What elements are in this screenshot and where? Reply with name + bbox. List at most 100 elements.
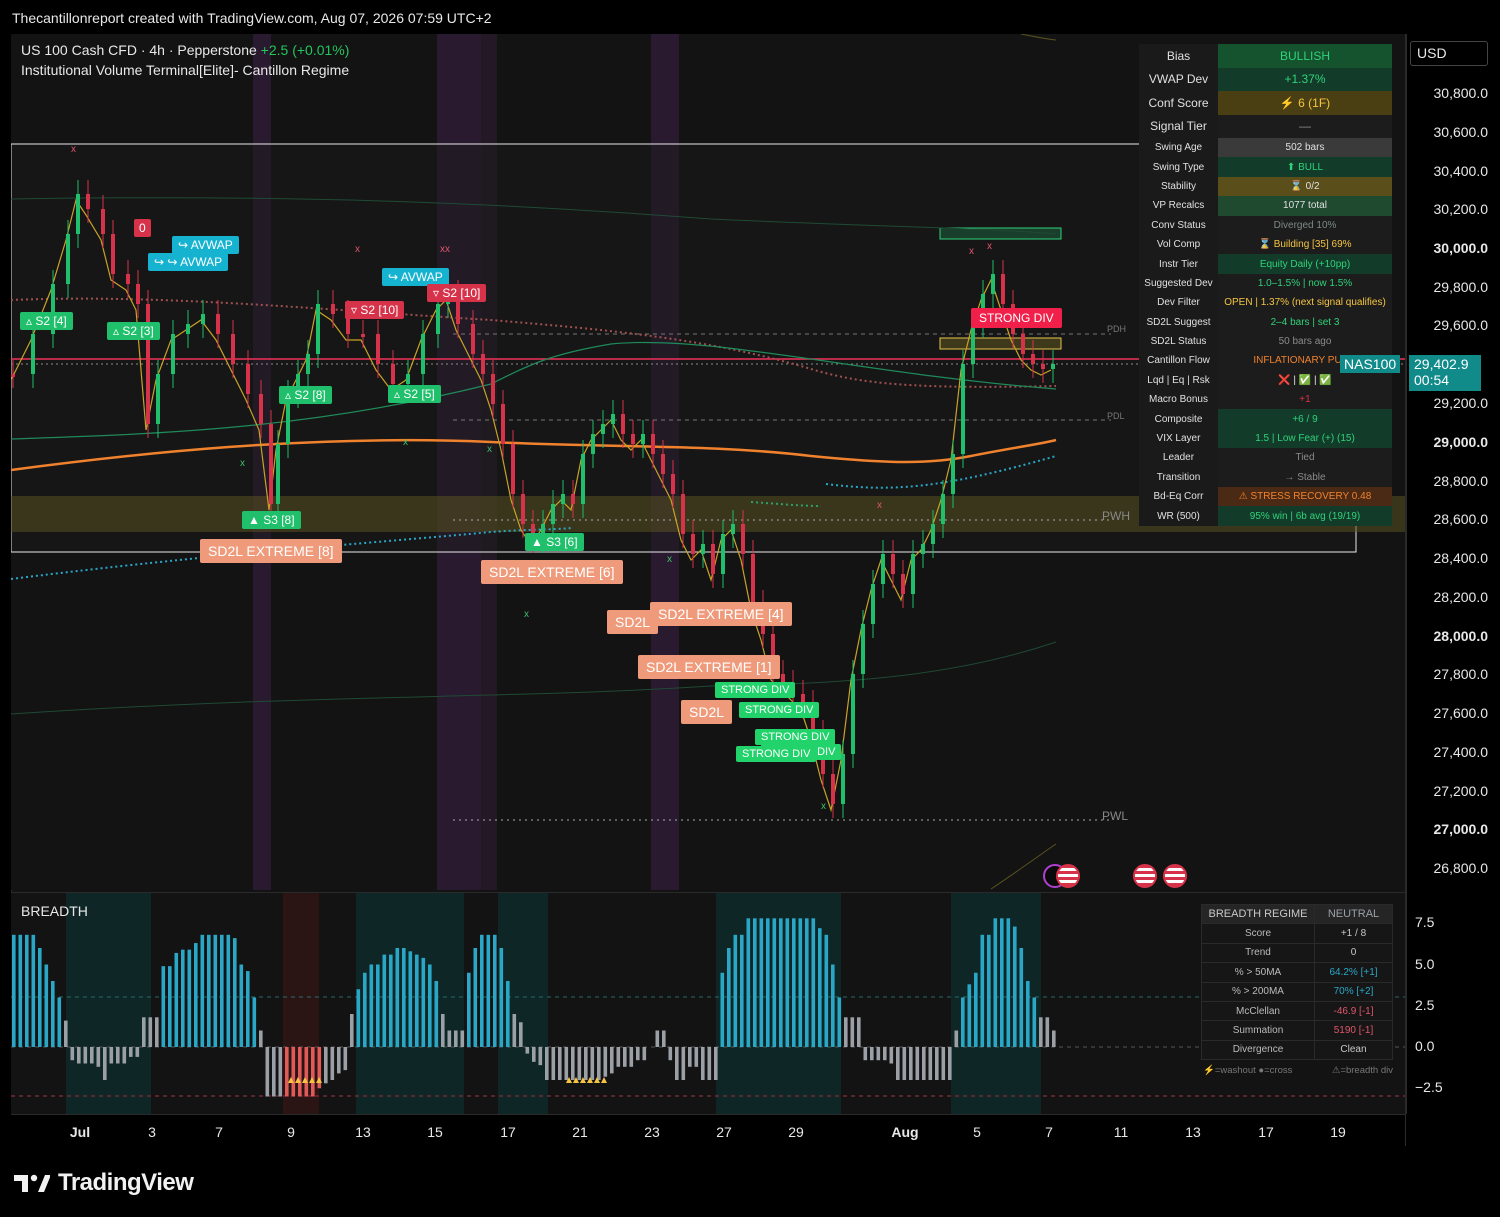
- ticker-badge: NAS100: [1340, 355, 1401, 373]
- us-flag-icon[interactable]: [1133, 864, 1157, 888]
- breadth-pane[interactable]: BREADTH: [11, 892, 1405, 1114]
- time-tick: 17: [1258, 1124, 1274, 1140]
- candle-body: [276, 444, 280, 504]
- info-row-label: Suggested Dev: [1139, 273, 1218, 294]
- breadth-bar: [454, 1030, 458, 1047]
- indicator-name[interactable]: Institutional Volume Terminal[Elite]- Ca…: [21, 62, 349, 78]
- candle-body: [1021, 334, 1025, 354]
- info-row-value: → Stable: [1218, 467, 1392, 488]
- breadth-bar: [428, 964, 432, 1047]
- signal-s3-8[interactable]: ▲ S3 [8]: [242, 511, 301, 529]
- candle-body: [591, 434, 595, 454]
- breadth-bar: [233, 938, 237, 1047]
- breadth-bar: [785, 918, 790, 1047]
- strong-div-tag[interactable]: STRONG DIV: [739, 702, 820, 718]
- breadth-row-value: -46.9 [-1]: [1314, 1000, 1393, 1022]
- strong-div-bearish[interactable]: STRONG DIV: [971, 308, 1062, 328]
- signal-s2-10[interactable]: ▿ S2 [10]: [345, 301, 405, 319]
- info-row-label: Instr Tier: [1139, 254, 1218, 274]
- breadth-bar: [25, 934, 29, 1047]
- time-tick: 9: [287, 1124, 295, 1140]
- time-axis[interactable]: Jul 3 7 9 13 15 17 21 23 27 29 Aug 5 7 11 13 17 19: [11, 1114, 1405, 1146]
- breadth-bar: [902, 1047, 907, 1080]
- time-tick: 13: [1185, 1124, 1201, 1140]
- sd2l-extreme-1[interactable]: SD2L EXTREME [1]: [638, 655, 780, 679]
- x-marker: x: [240, 458, 245, 469]
- breadth-bar: [441, 1014, 445, 1047]
- info-row-label: Swing Type: [1139, 157, 1218, 177]
- breadth-bar: [480, 934, 484, 1047]
- breadth-bar: [389, 954, 393, 1047]
- breadth-bar: [369, 964, 374, 1047]
- signal-s2-4[interactable]: ▵ S2 [4]: [20, 312, 73, 330]
- breadth-bar: [129, 1047, 133, 1057]
- info-row-value: Tied: [1218, 448, 1392, 468]
- breadth-bar: [941, 1047, 946, 1080]
- info-row-value: OPEN | 1.37% (next signal qualifies): [1218, 293, 1392, 313]
- breadth-bar: [993, 918, 998, 1047]
- signal-s2-5[interactable]: ▵ S2 [5]: [388, 385, 441, 403]
- breadth-chart-canvas[interactable]: [11, 893, 1405, 1114]
- breadth-row: Trend 0: [1201, 942, 1393, 964]
- sd2l-extreme-8[interactable]: SD2L EXTREME [8]: [200, 539, 342, 563]
- breadth-row-label: Trend: [1201, 942, 1315, 964]
- x-marker: x: [877, 500, 882, 511]
- strong-div-tag[interactable]: STRONG DIV: [715, 682, 796, 698]
- tradingview-wordmark: TradingView: [58, 1169, 194, 1196]
- symbol-legend[interactable]: US 100 Cash CFD · 4h · Pepperstone +2.5 …: [21, 42, 349, 58]
- candle-body: [491, 374, 495, 404]
- breadth-regime-band: [66, 893, 151, 1114]
- info-row: Transition → Stable: [1139, 467, 1392, 488]
- strong-div-tag[interactable]: STRONG DIV: [755, 729, 836, 745]
- sd2l-extreme-6[interactable]: SD2L EXTREME [6]: [481, 560, 623, 584]
- price-tick: 30,600.0: [1433, 124, 1489, 140]
- breadth-bar: [759, 918, 764, 1047]
- breadth-bar: [109, 1047, 114, 1064]
- signal-s2-3[interactable]: ▵ S2 [3]: [107, 322, 160, 340]
- strong-div-tag[interactable]: STRONG DIV: [736, 746, 817, 762]
- breadth-bar: [558, 1047, 562, 1080]
- candle-body: [436, 304, 440, 334]
- info-row-label: Conf Score: [1139, 91, 1218, 115]
- x-marker: x: [355, 244, 360, 255]
- breadth-bar: [70, 1047, 75, 1061]
- candle-body: [316, 304, 320, 354]
- breadth-bar: [187, 949, 192, 1047]
- breadth-tick: 5.0: [1415, 956, 1435, 972]
- breadth-bar: [460, 1030, 465, 1047]
- breadth-bar: [753, 918, 757, 1047]
- breadth-bar: [135, 1047, 140, 1057]
- breadth-bar: [408, 951, 413, 1047]
- symbol-name[interactable]: US 100 Cash CFD · 4h · Pepperstone: [21, 42, 257, 58]
- us-flag-icon[interactable]: [1163, 864, 1187, 888]
- signal-s2-8[interactable]: ▵ S2 [8]: [279, 386, 332, 404]
- sd2l-extreme-4[interactable]: SD2L EXTREME [4]: [650, 602, 792, 626]
- breadth-bar: [857, 1017, 861, 1047]
- signal-s2-10[interactable]: ▿ S2 [10]: [427, 284, 487, 302]
- breadth-tick: 0.0: [1415, 1038, 1435, 1054]
- us-flag-icon[interactable]: [1056, 864, 1080, 888]
- breadth-bar: [532, 1047, 536, 1062]
- breadth-bar: [655, 1030, 660, 1047]
- candle-body: [259, 394, 263, 424]
- breadth-tick: −2.5: [1415, 1079, 1443, 1095]
- signal-s3-6[interactable]: ▲ S3 [6]: [525, 533, 584, 551]
- avwap-tag[interactable]: ↪ AVWAP: [172, 236, 239, 254]
- breadth-bar: [402, 948, 406, 1047]
- avwap-tag[interactable]: ↪ ↪ AVWAP: [148, 253, 229, 271]
- info-row-label: Leader: [1139, 448, 1218, 468]
- info-row-label: SD2L Status: [1139, 331, 1218, 352]
- price-axis[interactable]: USD 30,800.0 30,600.0 30,400.0 30,200.0 30,0…: [1406, 34, 1500, 1114]
- breadth-title[interactable]: BREADTH: [21, 903, 88, 919]
- candle-body: [581, 454, 585, 504]
- breadth-row: BREADTH REGIME NEUTRAL: [1201, 903, 1393, 925]
- breadth-regime-band: [498, 893, 548, 1114]
- breadth-bar: [181, 949, 185, 1047]
- breadth-row: McClellan -46.9 [-1]: [1201, 1000, 1393, 1022]
- currency-selector[interactable]: USD: [1410, 41, 1488, 66]
- info-row-label: Signal Tier: [1139, 114, 1218, 138]
- tradingview-logo[interactable]: TradingView: [14, 1168, 194, 1198]
- candle-body: [641, 434, 645, 444]
- sd2l-partial[interactable]: SD2L: [681, 700, 733, 724]
- breadth-bar: [551, 1047, 556, 1080]
